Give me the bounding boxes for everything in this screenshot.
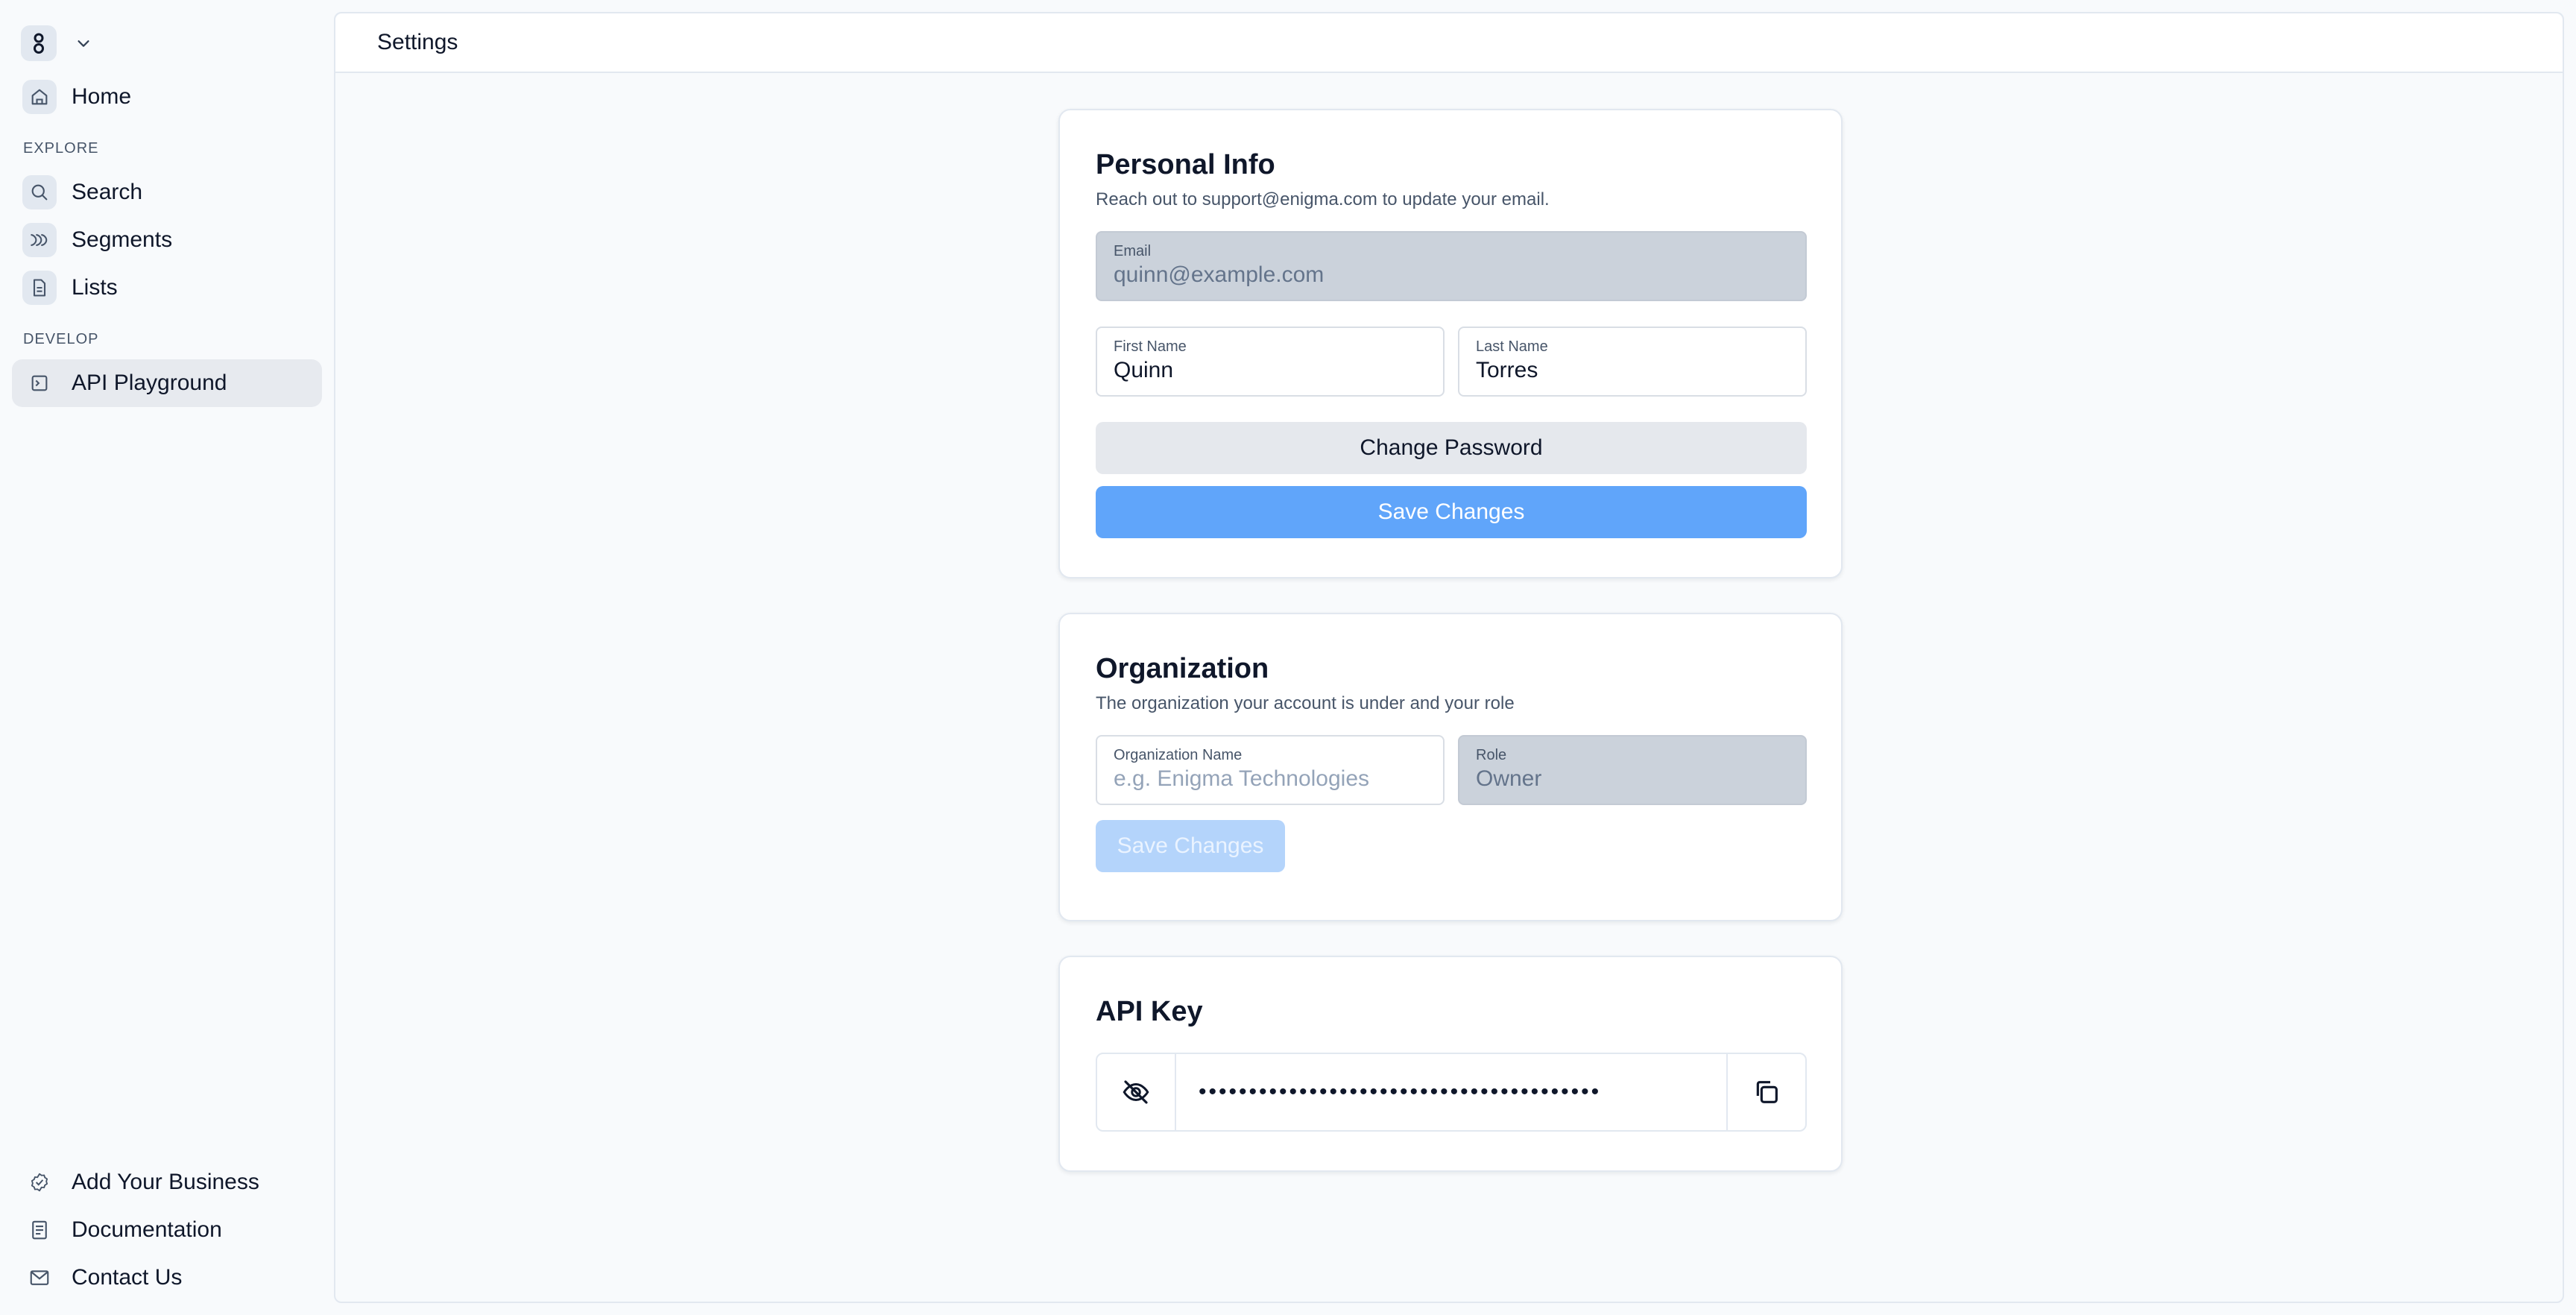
organization-name-input[interactable] — [1114, 766, 1427, 792]
badge-check-icon — [22, 1165, 57, 1199]
home-icon — [22, 80, 57, 114]
app: Home EXPLORE Search Segments Lists DEVEL… — [0, 0, 2576, 1315]
save-organization-button[interactable]: Save Changes — [1096, 820, 1285, 872]
first-name-label: First Name — [1114, 338, 1187, 355]
card-title: API Key — [1096, 996, 1203, 1027]
sidebar-item-contact-us[interactable]: Contact Us — [12, 1254, 322, 1302]
page-header: Settings — [335, 13, 2563, 73]
email-label: Email — [1114, 243, 1152, 259]
card-subtitle: Reach out to support@enigma.com to updat… — [1096, 189, 1550, 209]
api-key-row: •••••••••••••••••••••••••••••••••••••••• — [1096, 1053, 1807, 1132]
api-key-card: API Key ••••••••••••••••••••••••••••••••… — [1058, 956, 1843, 1172]
sidebar-item-label: API Playground — [72, 370, 227, 395]
organization-card: Organization The organization your accou… — [1058, 613, 1843, 921]
card-title: Personal Info — [1096, 149, 1275, 180]
api-key-value: •••••••••••••••••••••••••••••••••••••••• — [1199, 1079, 1602, 1104]
sidebar-item-home[interactable]: Home — [12, 73, 322, 121]
section-label-develop: DEVELOP — [23, 331, 99, 347]
role-label: Role — [1476, 747, 1507, 763]
sidebar-item-add-your-business[interactable]: Add Your Business — [12, 1158, 322, 1206]
eye-off-icon[interactable] — [1097, 1054, 1176, 1130]
main-panel: Settings Personal Info Reach out to supp… — [334, 12, 2564, 1303]
page-title: Settings — [377, 30, 458, 54]
terminal-icon — [22, 366, 57, 400]
sidebar: Home EXPLORE Search Segments Lists DEVEL… — [0, 0, 334, 1315]
last-name-input[interactable] — [1476, 358, 1789, 383]
personal-info-card: Personal Info Reach out to support@enigm… — [1058, 109, 1843, 578]
sidebar-item-label: Segments — [72, 227, 173, 252]
role-field: Role — [1458, 735, 1807, 805]
card-title: Organization — [1096, 653, 1269, 684]
sidebar-item-segments[interactable]: Segments — [12, 216, 322, 264]
organization-name-field[interactable]: Organization Name — [1096, 735, 1445, 805]
document-icon — [22, 271, 57, 305]
last-name-field[interactable]: Last Name — [1458, 327, 1807, 397]
card-subtitle: The organization your account is under a… — [1096, 693, 1515, 713]
segments-icon — [22, 223, 57, 257]
first-name-input[interactable] — [1114, 358, 1427, 383]
sidebar-item-label: Add Your Business — [72, 1170, 259, 1194]
workspace-switcher[interactable] — [21, 25, 94, 61]
save-personal-info-button[interactable]: Save Changes — [1096, 486, 1807, 538]
first-name-field[interactable]: First Name — [1096, 327, 1445, 397]
change-password-button[interactable]: Change Password — [1096, 422, 1807, 474]
mail-icon — [22, 1261, 57, 1295]
chevron-down-icon[interactable] — [73, 33, 94, 54]
email-field: Email — [1096, 231, 1807, 301]
copy-icon[interactable] — [1726, 1054, 1805, 1130]
last-name-label: Last Name — [1476, 338, 1548, 355]
sidebar-item-label: Contact Us — [72, 1265, 183, 1290]
sidebar-item-label: Search — [72, 180, 143, 204]
sidebar-item-api-playground[interactable]: API Playground — [12, 359, 322, 407]
sidebar-item-label: Lists — [72, 275, 118, 300]
search-icon — [22, 175, 57, 209]
role-input — [1476, 766, 1789, 792]
book-icon — [22, 1213, 57, 1247]
logo-icon — [21, 25, 57, 61]
sidebar-item-documentation[interactable]: Documentation — [12, 1206, 322, 1254]
email-input — [1114, 262, 1789, 288]
organization-name-label: Organization Name — [1114, 747, 1243, 763]
sidebar-item-search[interactable]: Search — [12, 168, 322, 216]
sidebar-item-label: Documentation — [72, 1217, 222, 1242]
section-label-explore: EXPLORE — [23, 140, 99, 157]
sidebar-item-lists[interactable]: Lists — [12, 264, 322, 312]
sidebar-item-label: Home — [72, 84, 132, 109]
